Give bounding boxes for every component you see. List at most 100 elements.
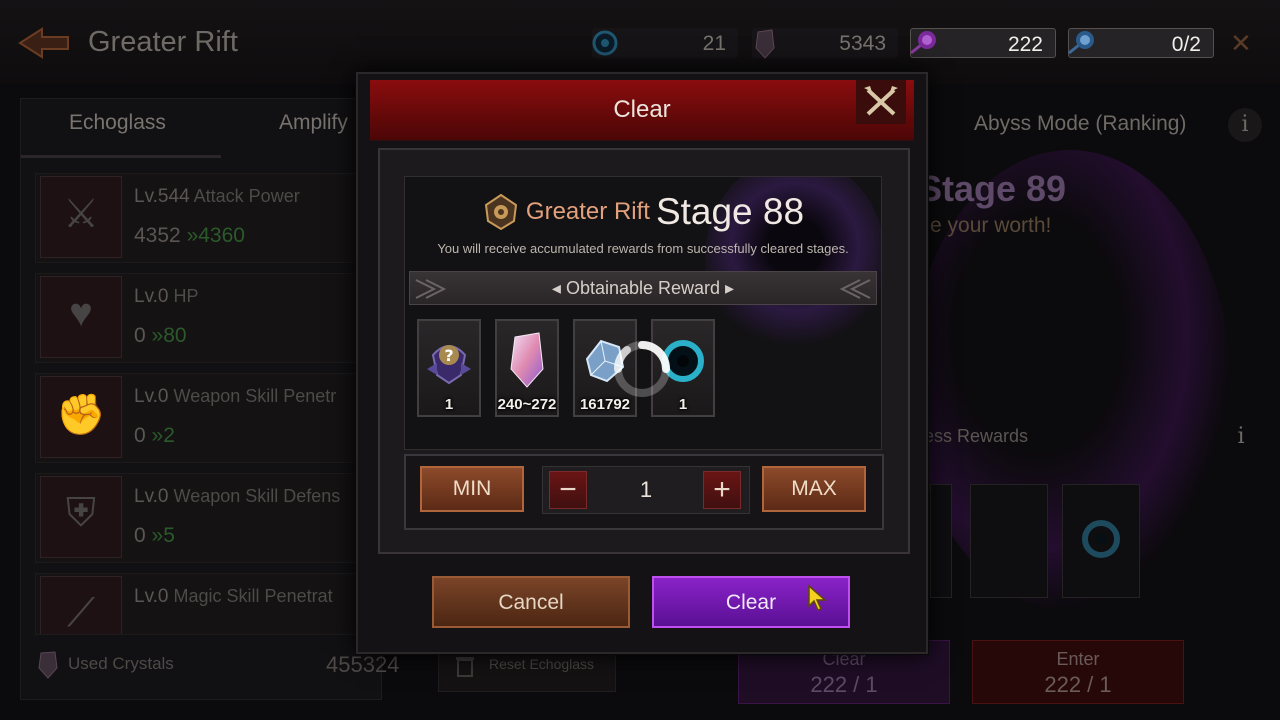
reward-card xyxy=(930,484,952,598)
stat-next: 2 xyxy=(163,424,175,447)
info-icon[interactable]: i xyxy=(1228,108,1262,142)
stat-current: 0 xyxy=(134,524,146,547)
quantity-value[interactable]: 1 xyxy=(603,477,689,503)
blue-orb-icon xyxy=(592,30,618,56)
reward-card xyxy=(970,484,1048,598)
crystal-shard-icon xyxy=(38,651,58,679)
stat-current: 4352 xyxy=(134,224,181,247)
currency-value: 21 xyxy=(702,32,726,55)
reward-item[interactable]: ? 1 xyxy=(417,319,481,417)
stat-next: 80 xyxy=(163,324,187,347)
min-button[interactable]: MIN xyxy=(420,466,524,512)
stat-label: Lv.544 Attack Power xyxy=(134,186,300,208)
rainbow-crystal-icon xyxy=(510,332,544,388)
reward-quantity: 1 xyxy=(444,396,454,413)
stat-current: 0 xyxy=(134,324,146,347)
stat-row[interactable]: ⟋ Lv.0 Magic Skill Penetrat xyxy=(35,573,381,635)
stat-next: 4360 xyxy=(198,224,245,247)
currency-purple-rose: 222 xyxy=(910,28,1056,58)
rift-name: Greater Rift xyxy=(525,198,650,225)
max-button[interactable]: MAX xyxy=(762,466,866,512)
stat-name: HP xyxy=(173,286,199,306)
info-icon[interactable]: i xyxy=(1224,420,1258,454)
progress-rewards-label: ress Rewards xyxy=(918,426,1029,446)
quantity-selector: MIN − 1 + MAX xyxy=(404,454,884,530)
stat-name: Magic Skill Penetrat xyxy=(173,586,333,606)
stat-name: Weapon Skill Defens xyxy=(173,486,341,506)
clear-dialog: Clear Greater Rift Stage 88 You will rece… xyxy=(356,72,928,654)
purple-rose-icon xyxy=(910,31,936,55)
stat-label: Lv.0 Weapon Skill Defens xyxy=(134,486,340,508)
stat-label: Lv.0 Magic Skill Penetrat xyxy=(134,586,333,608)
crystal-shard-icon xyxy=(755,29,775,59)
stat-row[interactable]: ♥ Lv.0 HP 0 »80 xyxy=(35,273,381,363)
stat-values: 0 »5 xyxy=(134,524,175,547)
obtainable-reward-bar: ◂ Obtainable Reward ▸ xyxy=(409,271,877,305)
stage-heading: Greater Rift Stage 88 xyxy=(405,191,881,233)
stat-values: 0 »2 xyxy=(134,424,175,447)
back-arrow-icon[interactable] xyxy=(16,26,72,60)
currency-value: 0/2 xyxy=(1171,33,1201,56)
stat-name: Attack Power xyxy=(193,186,300,206)
stat-level: Lv.0 xyxy=(134,286,169,307)
clear-stage-count: 222 / 1 xyxy=(810,672,878,697)
enter-stage-label: Enter xyxy=(1056,649,1100,669)
currency-blue-rose: 0/2 xyxy=(1068,28,1214,58)
reset-echoglass-label: Reset Echoglass xyxy=(489,656,595,672)
currency-blue-orb: 21 xyxy=(592,28,738,58)
dialog-header: Clear xyxy=(370,80,914,141)
trash-icon xyxy=(456,657,474,677)
enter-stage-button[interactable]: Enter 222 / 1 xyxy=(972,640,1184,704)
svg-text:?: ? xyxy=(444,346,453,365)
used-crystals-value: 455324 xyxy=(326,652,400,677)
reward-item[interactable]: 240~272 xyxy=(495,319,559,417)
quantity-stepper: − 1 + xyxy=(542,466,750,514)
reward-header-text: Obtainable Reward xyxy=(565,278,721,298)
stat-values: 4352 »4360 xyxy=(134,224,245,247)
loading-spinner-icon xyxy=(613,341,670,397)
stat-label: Lv.0 HP xyxy=(134,286,199,308)
increment-button[interactable]: + xyxy=(703,471,741,509)
shield-icon: ⛨ xyxy=(40,476,122,558)
used-crystals-label: Used Crystals xyxy=(68,654,174,673)
swords-icon: ⚔ xyxy=(40,176,122,258)
stat-row[interactable]: ✊ Lv.0 Weapon Skill Penetr 0 »2 xyxy=(35,373,381,463)
close-icon[interactable] xyxy=(854,80,908,124)
fist-icon: ✊ xyxy=(40,376,122,458)
page-title: Greater Rift xyxy=(88,26,238,58)
obtainable-reward-label: ◂ Obtainable Reward ▸ xyxy=(551,278,735,298)
blue-orb-icon xyxy=(1082,520,1120,558)
stat-row[interactable]: ⛨ Lv.0 Weapon Skill Defens 0 »5 xyxy=(35,473,381,563)
dialog-title: Clear xyxy=(613,96,671,123)
currency-crystal-shard: 5343 xyxy=(752,28,898,59)
next-stage-title: Stage 89 xyxy=(918,168,1067,209)
currency-value: 222 xyxy=(1007,33,1043,56)
blue-rose-icon xyxy=(1068,31,1094,55)
stat-level: Lv.0 xyxy=(134,486,169,507)
reward-quantity: 240~272 xyxy=(497,396,557,413)
tab-echoglass[interactable]: Echoglass xyxy=(69,111,166,135)
stat-values: 0 »80 xyxy=(134,324,187,347)
stat-level: Lv.0 xyxy=(134,586,169,607)
greater-rift-emblem-icon xyxy=(484,193,517,231)
enter-stage-count: 222 / 1 xyxy=(1044,672,1112,697)
stage-tagline: e your worth! xyxy=(930,214,1052,237)
tab-amplify[interactable]: Amplify xyxy=(279,111,348,135)
stat-next: 5 xyxy=(163,524,175,547)
stat-current: 0 xyxy=(134,424,146,447)
decrement-button[interactable]: − xyxy=(549,471,587,509)
stage-number: Stage 88 xyxy=(655,191,805,232)
ornament-icon xyxy=(839,279,871,299)
exit-icon[interactable]: ✕ xyxy=(1230,28,1252,59)
stat-label: Lv.0 Weapon Skill Penetr xyxy=(134,386,336,408)
reward-description: You will receive accumulated rewards fro… xyxy=(437,241,849,256)
heart-icon: ♥ xyxy=(40,276,122,358)
cancel-button[interactable]: Cancel xyxy=(432,576,630,628)
mouse-cursor-icon xyxy=(808,584,827,611)
active-tab-indicator xyxy=(21,155,221,158)
tab-abyss-mode[interactable]: Abyss Mode (Ranking) xyxy=(974,112,1186,136)
stat-level: Lv.544 xyxy=(134,186,190,207)
stat-name: Weapon Skill Penetr xyxy=(173,386,337,406)
echoglass-panel: Echoglass Amplify ⚔ Lv.544 Attack Power … xyxy=(20,98,382,700)
stat-row[interactable]: ⚔ Lv.544 Attack Power 4352 »4360 xyxy=(35,173,381,263)
